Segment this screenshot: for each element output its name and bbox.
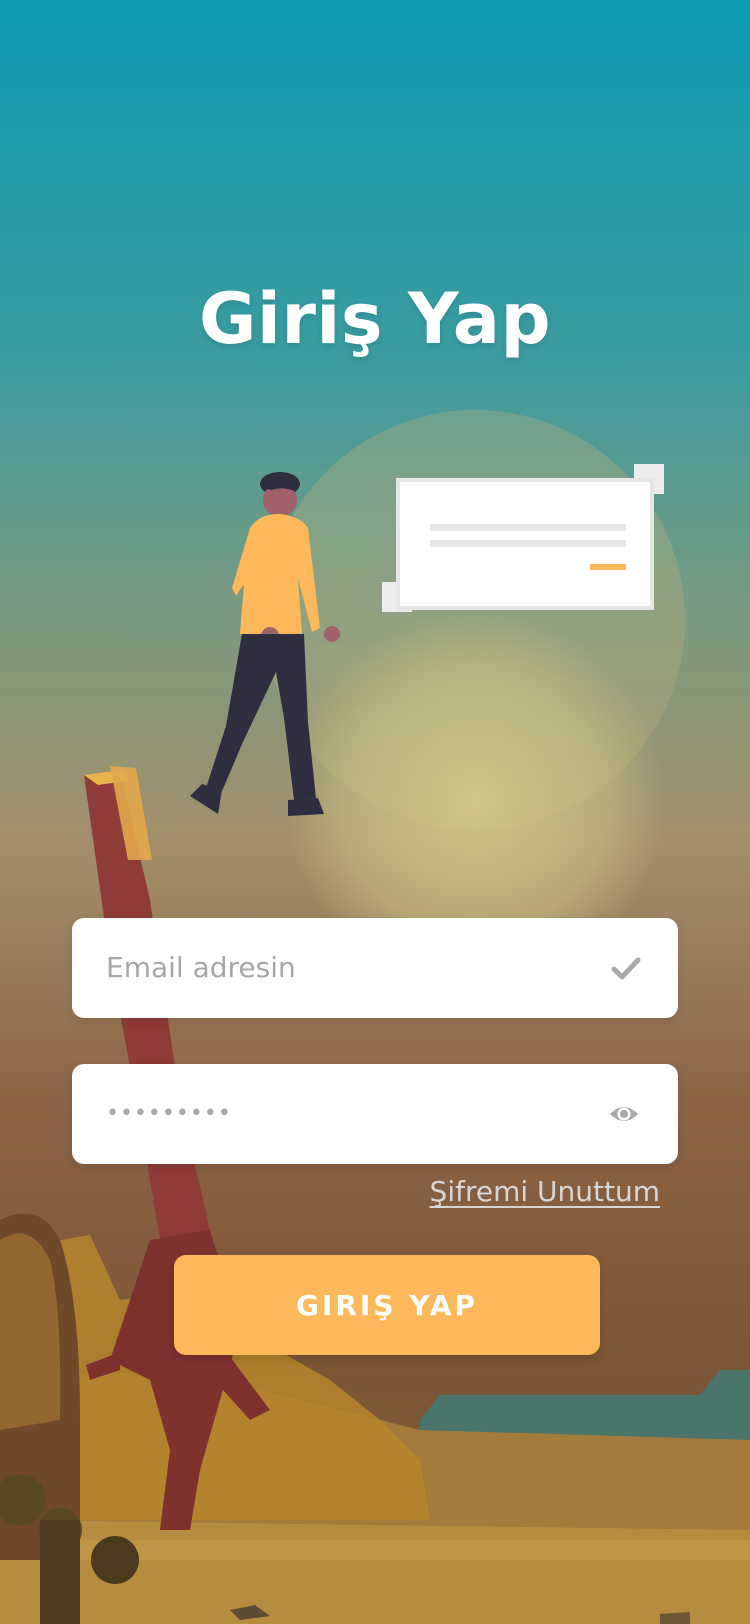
page-title: Giriş Yap [198, 278, 552, 360]
password-value: ••••••••• [106, 1101, 232, 1126]
check-icon [610, 952, 642, 984]
eye-icon[interactable] [608, 1098, 640, 1130]
forgot-password-link[interactable]: Şifremi Unuttum [430, 1175, 660, 1208]
login-button[interactable]: GIRIŞ YAP [174, 1255, 600, 1355]
email-placeholder: Email adresin [106, 951, 296, 984]
password-field[interactable]: ••••••••• [72, 1064, 678, 1164]
login-illustration [180, 458, 680, 818]
email-field[interactable]: Email adresin [72, 918, 678, 1018]
